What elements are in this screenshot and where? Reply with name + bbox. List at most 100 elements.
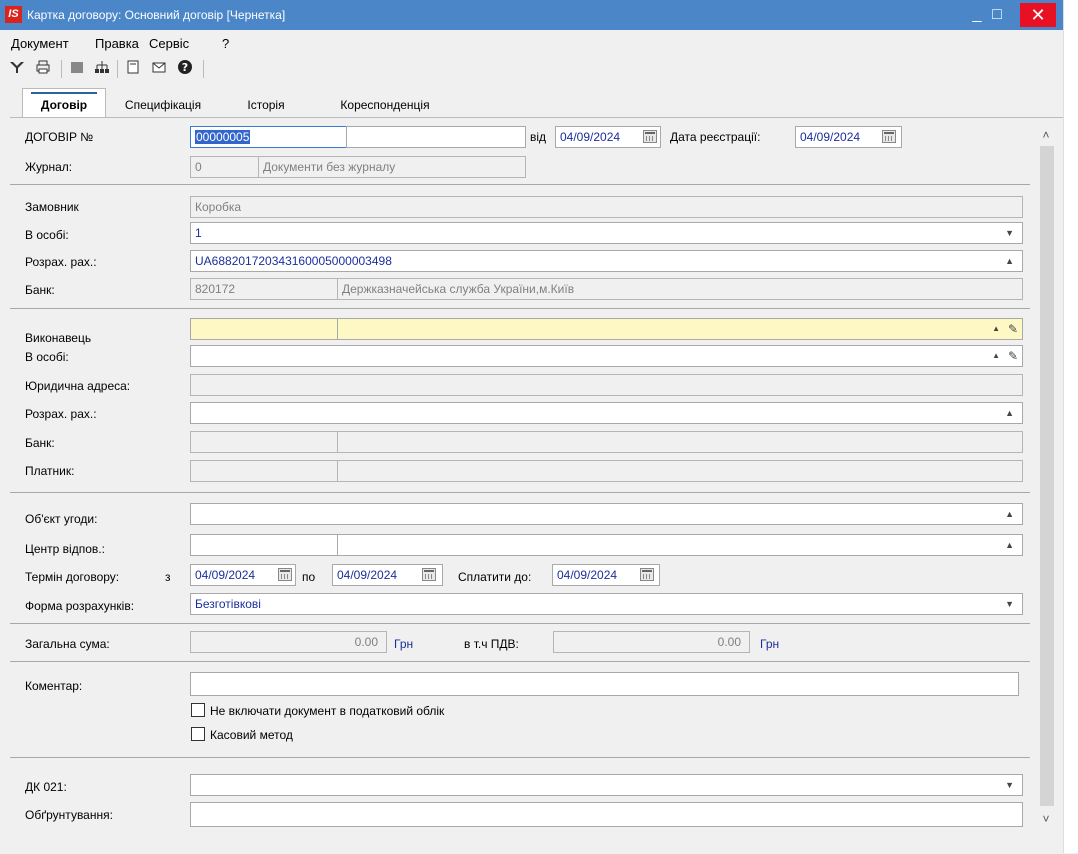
chevron-up-icon[interactable]: ▲ xyxy=(992,319,1000,339)
payer-label: Платник: xyxy=(25,464,75,478)
comment-input[interactable] xyxy=(190,672,1019,696)
object-label: Об'єкт угоди: xyxy=(25,512,98,526)
toolbar: ? xyxy=(0,56,1063,82)
help-icon[interactable]: ? xyxy=(176,59,194,77)
payer-code-field xyxy=(190,460,338,482)
menu-service[interactable]: Сервіс xyxy=(149,36,189,51)
total-label: Загальна сума: xyxy=(25,637,110,651)
svg-text:?: ? xyxy=(182,61,188,74)
section-divider xyxy=(10,623,1030,624)
pencil-icon[interactable]: ✎ xyxy=(1008,346,1018,366)
date-from-input[interactable]: 04/09/2024 xyxy=(555,126,661,148)
cash-method-checkbox[interactable] xyxy=(191,727,205,741)
pay-until-input[interactable]: 04/09/2024 xyxy=(552,564,660,586)
menu-help[interactable]: ? xyxy=(222,36,229,51)
toolbar-separator xyxy=(117,60,118,78)
customer-field: Коробка xyxy=(190,196,1023,218)
scroll-down-icon[interactable]: ˅ xyxy=(1038,812,1054,826)
chevron-up-icon[interactable]: ▲ xyxy=(1005,504,1014,524)
pencil-icon[interactable]: ✎ xyxy=(1008,319,1018,339)
contract-form: ДОГОВІР № 00000005 від 04/09/2024 Дата р… xyxy=(10,117,1063,854)
term-to-value: 04/09/2024 xyxy=(337,568,398,582)
chevron-down-icon[interactable]: ▼ xyxy=(1005,775,1014,795)
menu-edit[interactable]: Правка xyxy=(95,36,139,51)
reg-date-label: Дата реєстрації: xyxy=(670,130,761,144)
center-code-input[interactable] xyxy=(190,534,338,556)
customer-bank-name-field: Держказначейська служба України,м.Київ xyxy=(337,278,1023,300)
chevron-down-icon[interactable]: ▼ xyxy=(1005,594,1014,614)
chevron-up-icon[interactable]: ▲ xyxy=(1005,403,1014,423)
calendar-icon[interactable] xyxy=(422,568,436,581)
dk-select[interactable]: ▼ xyxy=(190,774,1023,796)
tab-specification[interactable]: Специфікація xyxy=(115,92,211,118)
vat-label: в т.ч ПДВ: xyxy=(464,637,519,651)
center-name-select[interactable]: ▲ xyxy=(337,534,1023,556)
executor-name-input[interactable]: ▲ ✎ xyxy=(337,318,1023,340)
tab-bar: Договір Специфікація Історія Кореспонден… xyxy=(10,88,1063,119)
close-button[interactable]: ✕ xyxy=(1020,3,1056,27)
executor-code-input[interactable] xyxy=(190,318,338,340)
chevron-down-icon[interactable]: ▼ xyxy=(1005,223,1014,243)
no-tax-label: Не включати документ в податковий облік xyxy=(210,704,445,718)
total-unit: Грн xyxy=(394,637,414,651)
chevron-up-icon[interactable]: ▲ xyxy=(1005,535,1014,555)
block-icon[interactable] xyxy=(68,59,86,77)
calendar-icon[interactable] xyxy=(640,568,654,581)
customer-person-select[interactable]: 1 ▼ xyxy=(190,222,1023,244)
section-divider xyxy=(10,184,1030,185)
executor-account-select[interactable]: ▲ xyxy=(190,402,1023,424)
payment-form-value: Безготівкові xyxy=(195,597,261,611)
chevron-up-icon[interactable]: ▲ xyxy=(992,346,1000,366)
contract-no-suffix-input[interactable] xyxy=(346,126,526,148)
calendar-icon[interactable] xyxy=(882,130,896,143)
executor-person-input[interactable]: ▲ ✎ xyxy=(190,345,1023,367)
payment-form-label: Форма розрахунків: xyxy=(25,599,135,613)
date-from-label: від xyxy=(530,130,547,144)
scrollbar-thumb[interactable] xyxy=(1040,146,1054,806)
calendar-icon[interactable] xyxy=(643,130,657,143)
document-icon[interactable] xyxy=(124,59,142,77)
journal-code-field: 0 xyxy=(190,156,259,178)
filter-icon[interactable] xyxy=(8,59,26,77)
pay-until-value: 04/09/2024 xyxy=(557,568,618,582)
executor-account-label: Розрах. рах.: xyxy=(25,407,97,421)
reg-date-value: 04/09/2024 xyxy=(800,130,861,144)
contract-no-label: ДОГОВІР № xyxy=(25,130,94,144)
maximize-button[interactable]: □ xyxy=(978,0,1016,30)
calendar-icon[interactable] xyxy=(278,568,292,581)
mail-icon[interactable] xyxy=(150,59,168,77)
customer-account-select[interactable]: UA688201720343160005000003498 ▲ xyxy=(190,250,1023,272)
executor-label: Виконавець xyxy=(25,331,92,345)
tree-icon[interactable] xyxy=(93,59,111,77)
term-from-input[interactable]: 04/09/2024 xyxy=(190,564,296,586)
tab-correspondence[interactable]: Кореспонденція xyxy=(320,92,450,118)
term-from-value: 04/09/2024 xyxy=(195,568,256,582)
menu-document[interactable]: Документ xyxy=(11,36,69,51)
vertical-scrollbar[interactable]: ˄ ˅ xyxy=(1038,126,1054,846)
no-tax-checkbox[interactable] xyxy=(191,703,205,717)
section-divider xyxy=(10,308,1030,309)
object-select[interactable]: ▲ xyxy=(190,503,1023,525)
term-to-input[interactable]: 04/09/2024 xyxy=(332,564,443,586)
contract-no-input[interactable]: 00000005 xyxy=(190,126,347,148)
window-title: Картка договору: Основний договір [Черне… xyxy=(27,8,286,22)
customer-account-value: UA688201720343160005000003498 xyxy=(195,254,392,268)
total-field: 0.00 xyxy=(190,631,387,653)
scroll-up-icon[interactable]: ˄ xyxy=(1038,128,1054,142)
dk-label: ДК 021: xyxy=(25,780,67,794)
tab-contract[interactable]: Договір xyxy=(22,88,106,119)
title-bar: IS Картка договору: Основний договір [Че… xyxy=(0,0,1063,30)
journal-name-field: Документи без журналу xyxy=(258,156,526,178)
tab-history[interactable]: Історія xyxy=(232,92,300,118)
menu-bar: Документ Правка Сервіс ? xyxy=(0,32,1063,54)
customer-bank-code-field: 820172 xyxy=(190,278,338,300)
executor-bank-code-field xyxy=(190,431,338,453)
background-window-edge xyxy=(1063,0,1078,853)
reason-input[interactable] xyxy=(190,802,1023,827)
contract-no-value: 00000005 xyxy=(195,130,251,144)
print-icon[interactable] xyxy=(34,59,52,77)
date-from-value: 04/09/2024 xyxy=(560,130,621,144)
chevron-up-icon[interactable]: ▲ xyxy=(1005,251,1014,271)
payment-form-select[interactable]: Безготівкові ▼ xyxy=(190,593,1023,615)
reg-date-input[interactable]: 04/09/2024 xyxy=(795,126,902,148)
